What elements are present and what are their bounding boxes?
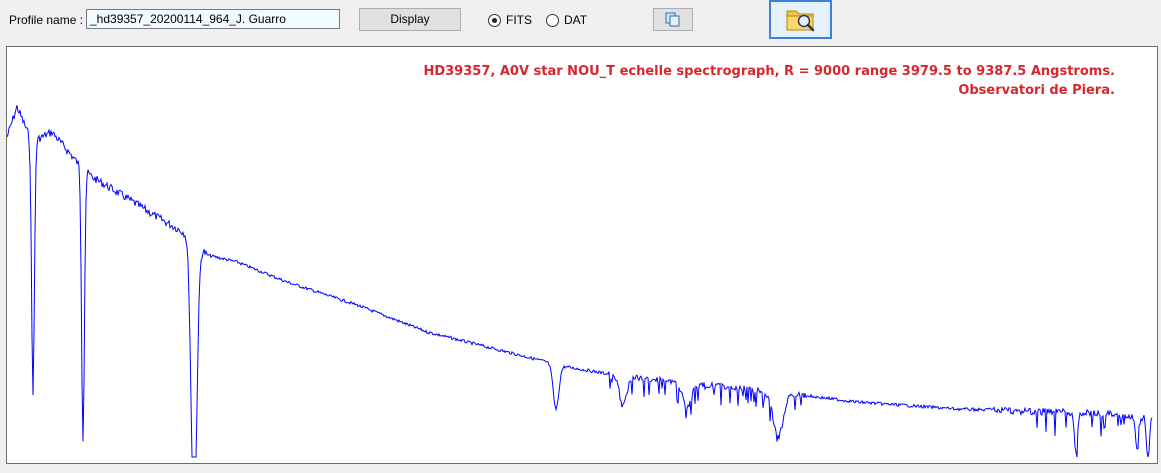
folder-search-icon (786, 10, 815, 32)
fits-radio[interactable]: FITS (488, 12, 532, 28)
plot-annotation: HD39357, A0V star NOU_T echelle spectrog… (423, 62, 1115, 100)
copy-button[interactable] (653, 8, 693, 31)
profile-name-label: Profile name : (9, 13, 84, 27)
fits-radio-label: FITS (506, 13, 532, 27)
dat-radio[interactable]: DAT (546, 12, 587, 28)
toolbar: Profile name : _hd39357_20200114_964_J. … (0, 0, 1161, 44)
dat-radio-dot[interactable] (546, 13, 559, 27)
spectrum-plot[interactable]: HD39357, A0V star NOU_T echelle spectrog… (6, 46, 1158, 464)
annotation-line-1: HD39357, A0V star NOU_T echelle spectrog… (423, 64, 1115, 79)
annotation-line-2: Observatori de Piera. (958, 83, 1115, 98)
fits-radio-dot[interactable] (488, 13, 501, 27)
display-button[interactable]: Display (359, 8, 461, 31)
spectrum-chart (7, 105, 1153, 458)
spectrum-line (7, 105, 1153, 458)
open-file-button[interactable] (769, 0, 832, 39)
profile-name-input[interactable]: _hd39357_20200114_964_J. Guarro (86, 9, 340, 29)
dat-radio-label: DAT (564, 13, 588, 27)
copy-icon (665, 12, 680, 27)
